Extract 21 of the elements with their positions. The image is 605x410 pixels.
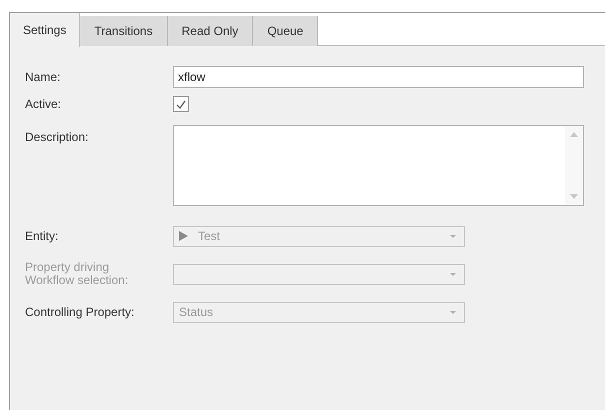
tab[interactable]: Transitions xyxy=(80,16,168,46)
dropdown-value: Status xyxy=(179,304,214,321)
dropdown-arrow-icon xyxy=(450,272,456,276)
tab[interactable]: Settings xyxy=(10,13,80,47)
name-field[interactable]: xflow xyxy=(173,66,584,88)
field-label: Controlling Property: xyxy=(25,306,136,318)
field-label: Entity: xyxy=(25,230,60,242)
dropdown-value: Test xyxy=(198,228,222,245)
dropdown-arrow-icon xyxy=(450,310,456,314)
field-label: Active: xyxy=(25,96,62,113)
check-icon xyxy=(176,100,186,108)
scroll-down-icon[interactable] xyxy=(570,194,578,199)
active-checkbox[interactable] xyxy=(173,96,189,112)
description-field[interactable] xyxy=(173,125,584,206)
field-label: Property driving Workflow selection: xyxy=(25,261,130,287)
field-label: Description: xyxy=(25,129,90,146)
tab[interactable]: Read Only xyxy=(168,16,254,46)
field-label: Name: xyxy=(25,69,62,86)
dropdown-arrow-icon xyxy=(450,234,456,238)
tab[interactable]: Queue xyxy=(253,16,318,46)
scroll-up-icon[interactable] xyxy=(570,132,578,137)
